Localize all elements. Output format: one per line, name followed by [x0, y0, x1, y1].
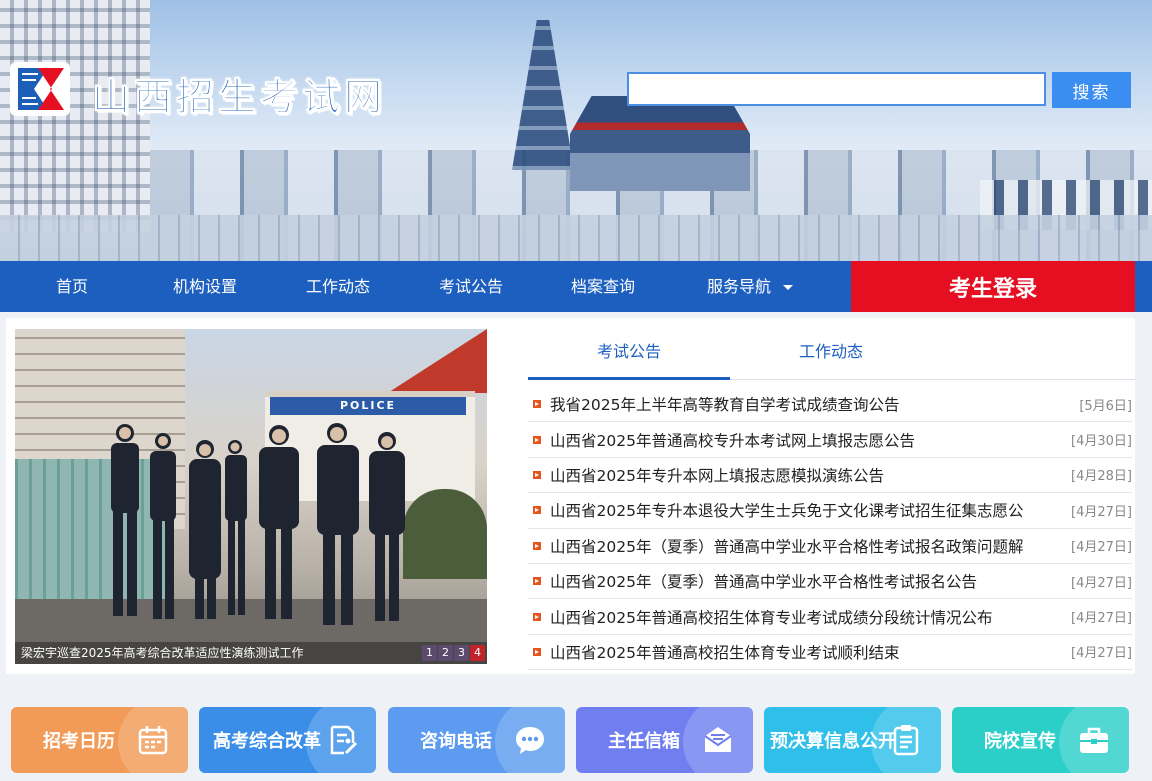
tab-exam-notices[interactable]: 考试公告	[528, 332, 730, 380]
list-item[interactable]: 我省2025年上半年高等教育自学考试成绩查询公告 [5月6日]	[528, 387, 1132, 423]
list-item[interactable]: 山西省2025年专升本网上填报志愿模拟演练公告 [4月28日]	[528, 458, 1132, 494]
news-date: [4月27日]	[1071, 646, 1132, 662]
chevron-down-icon	[783, 285, 793, 290]
news-title[interactable]: 山西省2025年专升本退役大学生士兵免于文化课考试招生征集志愿公	[550, 499, 1034, 521]
calendar-icon	[138, 726, 168, 755]
bullet-arrow-icon	[533, 541, 541, 550]
news-date: [4月27日]	[1071, 540, 1132, 556]
nav-item-home[interactable]: 首页	[22, 261, 122, 312]
news-title[interactable]: 山西省2025年普通高校招生体育专业考试成绩分段统计情况公布	[550, 606, 1034, 628]
news-title[interactable]: 山西省2025年（夏季）普通高中学业水平合格性考试报名公告	[550, 570, 1034, 592]
slide-police-sign: POLICE	[270, 397, 466, 415]
news-list: 我省2025年上半年高等教育自学考试成绩查询公告 [5月6日] 山西省2025年普…	[528, 387, 1132, 671]
news-date: [4月28日]	[1071, 469, 1132, 485]
slideshow-page-4[interactable]: 4	[470, 645, 485, 661]
news-title[interactable]: 我省2025年上半年高等教育自学考试成绩查询公告	[550, 393, 1034, 415]
nav-item-work-news[interactable]: 工作动态	[288, 261, 388, 312]
banner-city-wall	[0, 215, 1152, 261]
slideshow-page-2[interactable]: 2	[438, 645, 453, 661]
slideshow-caption[interactable]: 梁宏宇巡查2025年高考综合改革适应性演练测试工作	[15, 642, 487, 664]
slideshow-page-1[interactable]: 1	[422, 645, 437, 661]
bullet-arrow-icon	[533, 506, 541, 515]
quick-link-gaokao-reform[interactable]: 高考综合改革	[199, 707, 376, 773]
nav-item-archive-query[interactable]: 档案查询	[553, 261, 653, 312]
list-item[interactable]: 山西省2025年普通高校招生体育专业考试顺利结束 [4月27日]	[528, 635, 1132, 671]
nav-item-exam-notices[interactable]: 考试公告	[421, 261, 521, 312]
quick-link-label: 主任信箱	[608, 731, 680, 752]
slideshow-pager: 1 2 3 4	[422, 645, 485, 661]
list-item[interactable]: 山西省2025年普通高校专升本考试网上填报志愿公告 [4月30日]	[528, 422, 1132, 458]
mail-icon	[704, 727, 732, 752]
news-date: [4月30日]	[1071, 434, 1132, 450]
quick-link-college-promotion[interactable]: 院校宣传	[952, 707, 1129, 773]
quick-link-label: 高考综合改革	[213, 731, 321, 752]
document-edit-icon	[330, 725, 358, 755]
quick-link-label: 招考日历	[43, 731, 115, 752]
news-date: [4月27日]	[1071, 611, 1132, 627]
quick-link-budget-disclosure[interactable]: 预决算信息公开	[764, 707, 941, 773]
slide-people-group	[111, 423, 405, 625]
site-title: 山西招生考试网	[91, 75, 387, 120]
quick-link-label: 咨询电话	[420, 731, 492, 752]
list-item[interactable]: 山西省2025年（夏季）普通高中学业水平合格性考试报名政策问题解 [4月27日]	[528, 529, 1132, 564]
site-logo-icon[interactable]	[8, 60, 72, 118]
quick-link-director-mailbox[interactable]: 主任信箱	[576, 707, 753, 773]
bullet-arrow-icon	[533, 577, 541, 586]
candidate-login-button[interactable]: 考生登录	[851, 261, 1135, 312]
news-date: [4月27日]	[1071, 575, 1132, 591]
bullet-arrow-icon	[533, 612, 541, 621]
tab-work-news[interactable]: 工作动态	[730, 332, 932, 380]
list-item[interactable]: 山西省2025年专升本退役大学生士兵免于文化课考试招生征集志愿公 [4月27日]	[528, 493, 1132, 529]
nav-item-organization[interactable]: 机构设置	[155, 261, 255, 312]
search-input[interactable]	[627, 72, 1046, 106]
main-content-card: POLICE 梁宏宇巡查2025年高考综合改革适应性演练测试工作 1 2 3 4	[6, 318, 1135, 674]
news-title[interactable]: 山西省2025年专升本网上填报志愿模拟演练公告	[550, 464, 1034, 486]
quick-link-exam-calendar[interactable]: 招考日历	[11, 707, 188, 773]
list-item[interactable]: 山西省2025年（夏季）普通高中学业水平合格性考试报名公告 [4月27日]	[528, 564, 1132, 600]
briefcase-icon	[1080, 727, 1108, 753]
banner-pavilion	[570, 96, 750, 191]
quick-link-hotline[interactable]: 咨询电话	[388, 707, 565, 773]
search-button[interactable]: 搜索	[1052, 72, 1131, 108]
chat-bubble-icon	[516, 727, 544, 754]
nav-item-service-nav[interactable]: 服务导航	[690, 261, 810, 312]
list-item[interactable]: 山西省2025年普通高校招生体育专业考试成绩分段统计情况公布 [4月27日]	[528, 599, 1132, 635]
nav-item-service-nav-label: 服务导航	[706, 277, 771, 296]
news-tabs: 考试公告 工作动态	[528, 332, 1135, 380]
news-title[interactable]: 山西省2025年普通高校专升本考试网上填报志愿公告	[550, 429, 1034, 451]
quick-link-label: 院校宣传	[984, 731, 1056, 752]
header-banner: 山西招生考试网 搜索	[0, 0, 1152, 261]
bullet-arrow-icon	[533, 470, 541, 479]
news-title[interactable]: 山西省2025年（夏季）普通高中学业水平合格性考试报名政策问题解	[550, 535, 1034, 557]
slide-red-roof	[387, 329, 487, 393]
bullet-arrow-icon	[533, 647, 541, 656]
news-date: [5月6日]	[1079, 398, 1132, 414]
bullet-arrow-icon	[533, 435, 541, 444]
bullet-arrow-icon	[533, 400, 541, 409]
clipboard-icon	[893, 725, 919, 756]
news-slideshow[interactable]: POLICE 梁宏宇巡查2025年高考综合改革适应性演练测试工作 1 2 3 4	[15, 329, 487, 664]
news-title[interactable]: 山西省2025年普通高校招生体育专业考试顺利结束	[550, 641, 1034, 663]
news-date: [4月27日]	[1071, 504, 1132, 520]
banner-pagoda	[512, 20, 574, 170]
slideshow-page-3[interactable]: 3	[454, 645, 469, 661]
